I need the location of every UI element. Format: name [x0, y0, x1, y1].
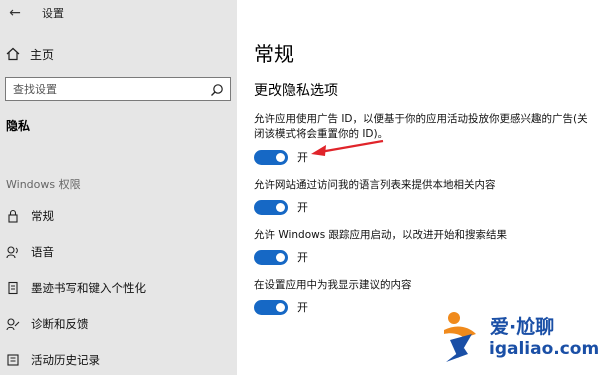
current-section-label: 隐私 — [6, 119, 31, 133]
option-description: 在设置应用中为我显示建议的内容 — [254, 279, 412, 291]
toggle-knob — [276, 152, 285, 162]
app-launch-tracking-toggle[interactable] — [254, 249, 288, 265]
toggle-state-label: 开 — [297, 151, 308, 164]
sidebar: ← 设置 主页 隐私 Windows 权限 常规 语音 墨迹书写和键入个性化 — [0, 0, 237, 375]
sidebar-item-home[interactable]: 主页 — [0, 42, 237, 66]
home-icon — [5, 46, 21, 62]
language-list-toggle[interactable] — [254, 199, 288, 215]
sidebar-item-label: 语音 — [31, 245, 54, 259]
search-icon[interactable] — [210, 82, 224, 96]
group-header: Windows 权限 — [6, 178, 81, 191]
toggle-knob — [276, 252, 285, 262]
sidebar-item-speech[interactable]: 语音 — [0, 237, 237, 267]
toggle-state-label: 开 — [297, 201, 308, 214]
watermark-url: igaliao.com — [489, 339, 600, 359]
section-subheading: 更改隐私选项 — [254, 83, 338, 99]
advertising-id-toggle[interactable] — [254, 149, 288, 165]
search-box[interactable] — [5, 77, 231, 101]
option-toggle-row: 开 — [254, 199, 308, 215]
sidebar-item-label: 墨迹书写和键入个性化 — [31, 281, 146, 295]
back-button[interactable]: ← — [0, 0, 30, 26]
option-toggle-row: 开 — [254, 249, 308, 265]
sidebar-item-label: 主页 — [30, 47, 55, 62]
option-description: 允许 Windows 跟踪应用启动，以改进开始和搜索结果 — [254, 229, 508, 241]
feedback-icon — [5, 316, 21, 332]
option-description: 允许应用使用广告 ID，以便基于你的应用活动投放你更感兴趣的广告(关闭该模式将会… — [254, 113, 588, 140]
toggle-state-label: 开 — [297, 301, 308, 314]
page-title: 常规 — [254, 42, 294, 66]
title-bar: ← 设置 — [0, 0, 237, 26]
search-input[interactable] — [13, 82, 203, 96]
toggle-knob — [276, 302, 285, 312]
sidebar-item-label: 诊断和反馈 — [31, 317, 89, 331]
toggle-state-label: 开 — [297, 251, 308, 264]
sidebar-item-label: 常规 — [31, 209, 54, 223]
option-description: 允许网站通过访问我的语言列表来提供本地相关内容 — [254, 179, 496, 191]
lock-icon — [5, 208, 21, 224]
speech-icon — [5, 244, 21, 260]
suggested-content-toggle[interactable] — [254, 299, 288, 315]
sidebar-item-diagnostics[interactable]: 诊断和反馈 — [0, 309, 237, 339]
toggle-knob — [276, 202, 285, 212]
option-toggle-row: 开 — [254, 299, 308, 315]
sidebar-item-general[interactable]: 常规 — [0, 201, 237, 231]
watermark-brand: 爱·尬聊 — [490, 316, 555, 338]
pen-icon — [5, 280, 21, 296]
option-toggle-row: 开 — [254, 149, 308, 165]
history-icon — [5, 352, 21, 368]
sidebar-item-inking[interactable]: 墨迹书写和键入个性化 — [0, 273, 237, 303]
app-title: 设置 — [42, 7, 64, 20]
sidebar-item-activity-history[interactable]: 活动历史记录 — [0, 345, 237, 375]
sidebar-item-label: 活动历史记录 — [31, 353, 100, 367]
